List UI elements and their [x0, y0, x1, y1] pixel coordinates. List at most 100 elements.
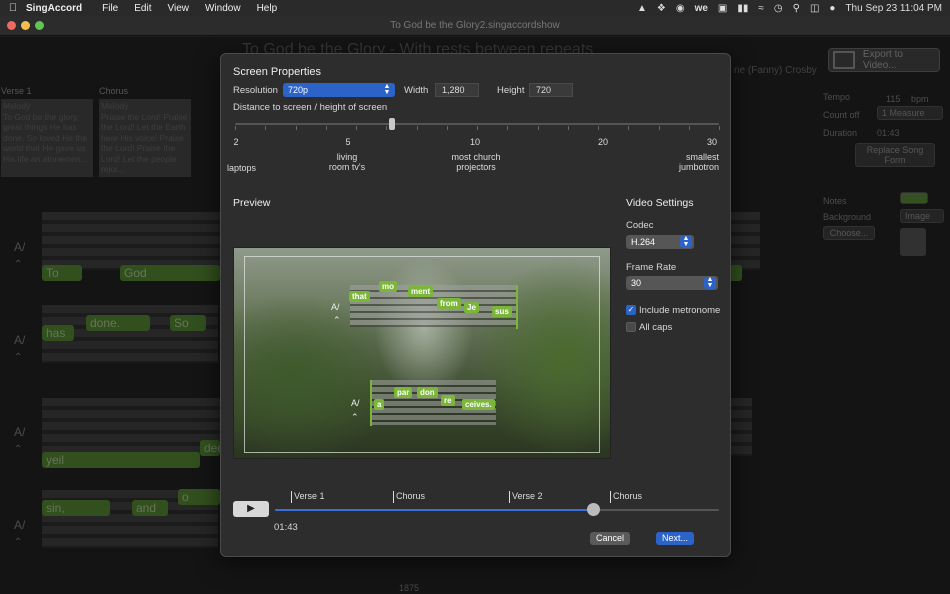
- timeline-marker[interactable]: Chorus: [393, 491, 425, 503]
- time-machine-icon[interactable]: ◷: [774, 3, 783, 14]
- slider-tick: [356, 126, 357, 130]
- preview-lyric: that: [349, 291, 370, 302]
- cancel-button[interactable]: Cancel: [590, 532, 630, 545]
- we-icon[interactable]: we: [695, 3, 708, 14]
- height-field[interactable]: 720: [529, 83, 573, 97]
- menu-view[interactable]: View: [167, 3, 189, 14]
- slider-tick: [688, 126, 690, 130]
- chevron-up-icon: ⌃: [351, 412, 359, 422]
- menu-window[interactable]: Window: [205, 3, 241, 14]
- preview-lyric: a: [374, 399, 385, 410]
- preview-lyric: ment: [408, 286, 434, 297]
- slider-tick: [386, 126, 388, 130]
- frame-rate-popup[interactable]: 30 ▲ ▼: [626, 276, 718, 290]
- resolution-label: Resolution: [233, 85, 278, 96]
- apple-icon[interactable]: : [0, 2, 26, 14]
- codec-value: H.264: [631, 237, 656, 247]
- width-field[interactable]: 1,280: [435, 83, 479, 97]
- resolution-value: 720p: [288, 85, 309, 95]
- preview-lyric: re: [441, 395, 455, 406]
- preview-staff-mark: A/: [351, 398, 360, 408]
- distance-slider[interactable]: [235, 116, 720, 132]
- menu-help[interactable]: Help: [257, 3, 278, 14]
- slider-caption: most church projectors: [451, 152, 501, 172]
- slider-knob[interactable]: [389, 118, 396, 130]
- export-video-dialog: Screen Properties Resolution 720p ▲ ▼ Wid…: [220, 53, 731, 557]
- preview-label: Preview: [233, 197, 271, 209]
- search-icon[interactable]: ⚲: [793, 3, 800, 14]
- slider-tick: [265, 126, 267, 130]
- wifi-icon[interactable]: ≈: [758, 3, 764, 14]
- video-preview: A/ ⌃ A/ ⌃ that mo ment from Je sus a par…: [233, 247, 611, 459]
- preview-lyric: don: [417, 387, 438, 398]
- display-icon[interactable]: ▣: [718, 3, 727, 14]
- preview-lyric: from: [437, 298, 461, 309]
- slider-tick: [719, 126, 720, 130]
- popup-arrows-icon: ▲ ▼: [680, 235, 692, 248]
- frame-rate-label: Frame Rate: [626, 262, 677, 273]
- all-caps-checkbox[interactable]: [626, 322, 636, 332]
- slider-tick: [658, 126, 660, 130]
- frame-rate-value: 30: [631, 278, 642, 288]
- window-title: To God be the Glory2.singaccordshow: [390, 20, 560, 31]
- dropbox-icon[interactable]: ❖: [657, 3, 666, 14]
- slider-tick: [416, 126, 418, 130]
- slider-tick: [235, 126, 236, 130]
- slider-caption: laptops: [227, 163, 257, 173]
- siri-icon[interactable]: ●: [829, 3, 835, 14]
- playhead[interactable]: [586, 503, 600, 516]
- popup-arrows-icon: ▲ ▼: [383, 83, 391, 96]
- slider-caption: living room tv's: [328, 152, 366, 172]
- slider-tick: [628, 126, 630, 130]
- preview-lyric: sus: [492, 306, 512, 317]
- distance-label: Distance to screen / height of screen: [233, 102, 388, 113]
- slider-tick-label: 10: [469, 137, 480, 147]
- codec-popup[interactable]: H.264 ▲ ▼: [626, 235, 694, 249]
- window-titlebar: To God be the Glory2.singaccordshow: [0, 16, 950, 36]
- timeline-marker[interactable]: Verse 1: [291, 491, 325, 503]
- slider-tick-label: 20: [597, 137, 608, 147]
- app-menu[interactable]: SingAccord: [26, 3, 82, 14]
- current-time: 01:43: [274, 522, 298, 533]
- slider-tick: [295, 126, 297, 130]
- menubar-clock[interactable]: Thu Sep 23 11:04 PM: [845, 3, 942, 14]
- include-metronome-checkbox[interactable]: ✓: [626, 305, 636, 315]
- control-center-icon[interactable]: ◫: [810, 3, 819, 14]
- slider-tick: [567, 126, 569, 130]
- height-label: Height: [497, 85, 525, 96]
- width-label: Width: [404, 85, 429, 96]
- timeline-progress: [275, 509, 593, 511]
- menu-file[interactable]: File: [102, 3, 118, 14]
- slider-tick: [598, 126, 599, 130]
- battery-icon[interactable]: ▮▮: [737, 3, 748, 14]
- upload-status-icon[interactable]: ▲: [637, 3, 647, 14]
- timeline-marker[interactable]: Chorus: [610, 491, 642, 503]
- preview-lyric: mo: [379, 281, 397, 292]
- all-caps-label: All caps: [639, 322, 673, 333]
- timeline-scrubber[interactable]: Verse 1 Chorus Verse 2 Chorus: [275, 491, 719, 521]
- sync-icon[interactable]: ◉: [676, 3, 685, 14]
- chevron-up-icon: ⌃: [333, 315, 341, 325]
- popup-arrows-icon: ▲ ▼: [704, 276, 716, 289]
- slider-tick-label: 2: [233, 137, 239, 147]
- menu-edit[interactable]: Edit: [134, 3, 151, 14]
- timeline-marker[interactable]: Verse 2: [509, 491, 543, 503]
- preview-lyric: Je: [464, 302, 479, 313]
- codec-label: Codec: [626, 220, 654, 231]
- include-metronome-label: Include metronome: [639, 305, 721, 316]
- slider-track: [235, 123, 719, 125]
- play-icon: ▶: [247, 503, 255, 514]
- preview-staff-mark: A/: [331, 302, 340, 312]
- slider-tick: [325, 126, 327, 130]
- slider-tick: [507, 126, 509, 130]
- menu-bar:  SingAccord File Edit View Window Help …: [0, 0, 950, 16]
- slider-tick-label: 30: [706, 137, 717, 147]
- play-button[interactable]: ▶: [233, 501, 269, 517]
- resolution-popup[interactable]: 720p ▲ ▼: [283, 83, 395, 97]
- slider-caption: smallest jumbotron: [678, 152, 719, 172]
- screen-properties-title: Screen Properties: [233, 66, 322, 78]
- preview-lyric: par: [394, 387, 413, 398]
- slider-tick-label: 5: [345, 137, 351, 147]
- next-button[interactable]: Next...: [656, 532, 694, 545]
- video-settings-title: Video Settings: [626, 197, 694, 209]
